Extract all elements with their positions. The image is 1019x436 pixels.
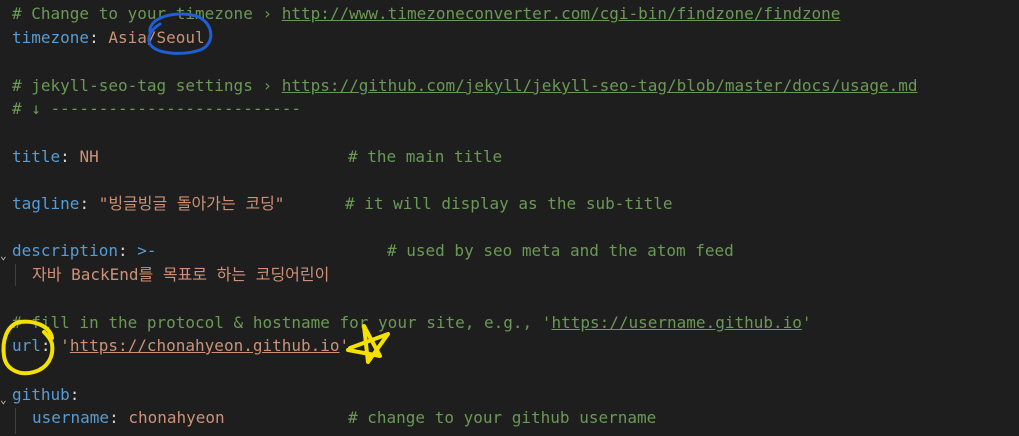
- seo-comment-line: # jekyll-seo-tag settings › https://gith…: [12, 74, 917, 98]
- github-line: github:: [12, 383, 79, 407]
- description-key: description: [12, 241, 118, 260]
- fold-chevron-icon[interactable]: ⌄: [0, 244, 8, 268]
- timezone-colon: :: [89, 28, 109, 47]
- timezone-key: timezone: [12, 28, 90, 47]
- description-text: 자바 BackEnd를 목표로 하는 코딩어린이: [32, 265, 330, 284]
- url-quote-close: ': [339, 336, 350, 355]
- url-comment-prefix: # fill in the protocol & hostname for yo…: [12, 313, 552, 332]
- tagline-value: "빙글빙글 돌아가는 코딩": [98, 194, 285, 213]
- url-example-link[interactable]: https://username.github.io: [551, 313, 801, 332]
- fold-chevron-icon[interactable]: ⌄: [0, 388, 8, 412]
- description-colon: :: [117, 241, 138, 260]
- tagline-colon: :: [79, 194, 99, 213]
- timezone-value: Asia/Seoul: [108, 28, 205, 47]
- tagline-key: tagline: [12, 194, 80, 213]
- url-key: url: [12, 336, 41, 355]
- username-line: username: chonahyeon: [32, 406, 225, 430]
- url-colon: :: [40, 336, 61, 355]
- description-line: description: >-: [12, 239, 157, 263]
- url-comment-line: # fill in the protocol & hostname for yo…: [12, 311, 812, 335]
- username-comment: # change to your github username: [348, 408, 657, 427]
- seo-tag-docs-link[interactable]: https://github.com/jekyll/jekyll-seo-tag…: [282, 76, 918, 95]
- title-key: title: [12, 147, 61, 166]
- github-key: github: [12, 385, 70, 404]
- tagline-comment: # it will display as the sub-title: [345, 194, 673, 213]
- code-editor[interactable]: # Change to your timezone › http://www.t…: [0, 0, 1019, 436]
- title-value: NH: [79, 147, 99, 166]
- timezone-comment-line: # Change to your timezone › http://www.t…: [12, 2, 840, 26]
- indent-guide: [15, 408, 16, 434]
- username-colon: :: [109, 408, 129, 427]
- title-colon: :: [60, 147, 80, 166]
- username-key: username: [32, 408, 110, 427]
- title-comment: # the main title: [348, 147, 503, 166]
- title-line: title: NH: [12, 145, 99, 169]
- timezone-converter-link[interactable]: http://www.timezoneconverter.com/cgi-bin…: [282, 4, 841, 23]
- tagline-line: tagline: "빙글빙글 돌아가는 코딩": [12, 192, 284, 216]
- description-comment: # used by seo meta and the atom feed: [387, 241, 734, 260]
- timezone-line: timezone: Asia/Seoul: [12, 26, 205, 50]
- url-quote-open: ': [60, 336, 70, 355]
- url-line: url: 'https://chonahyeon.github.io': [12, 334, 349, 358]
- seo-comment-prefix: # jekyll-seo-tag settings ›: [12, 76, 282, 95]
- indent-guide: [15, 264, 16, 286]
- seo-divider-comment: # ↓ --------------------------: [12, 99, 301, 118]
- timezone-comment-prefix: # Change to your timezone ›: [12, 4, 282, 23]
- url-comment-suffix: ': [801, 313, 812, 332]
- username-value: chonahyeon: [128, 408, 225, 427]
- site-url-link[interactable]: https://chonahyeon.github.io: [70, 336, 340, 355]
- description-block-indicator: >-: [137, 241, 157, 260]
- github-colon: :: [69, 385, 80, 404]
